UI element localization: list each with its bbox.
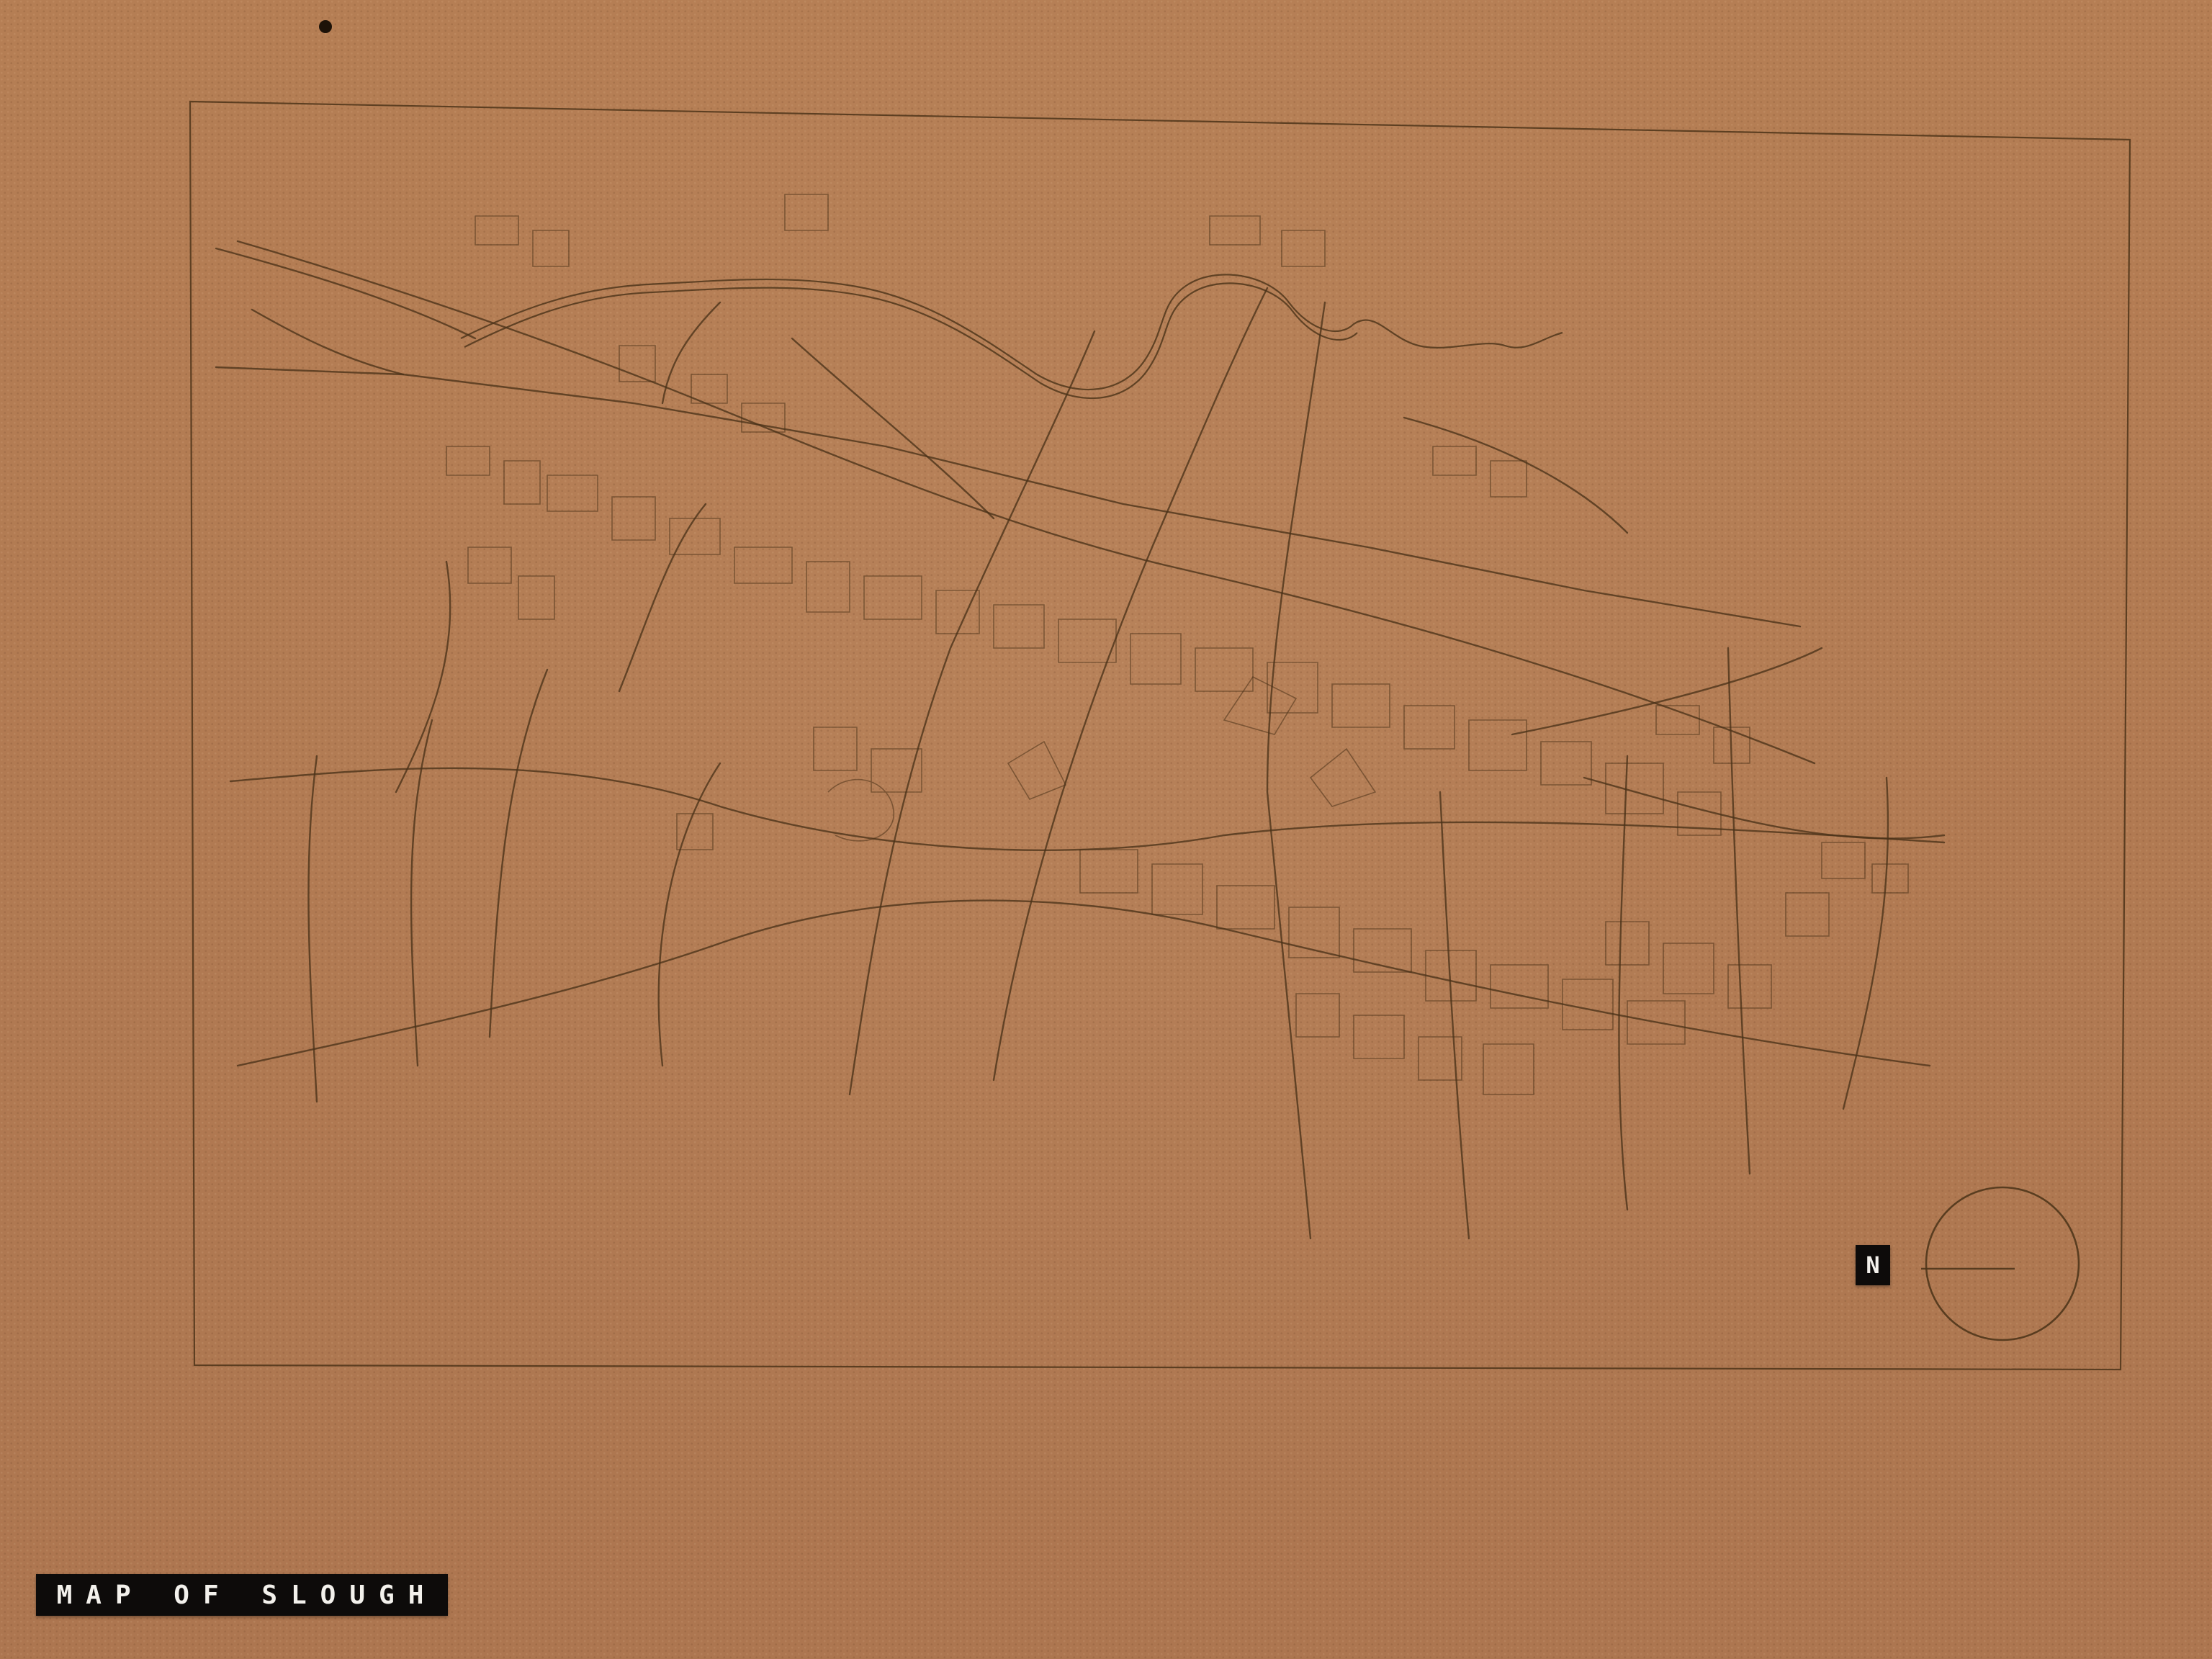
major-roads — [215, 240, 1946, 1240]
north-label: N — [1856, 1245, 1890, 1285]
street-map — [189, 20, 2131, 1371]
map-frame — [189, 100, 2131, 1371]
map-title-label: MAP OF SLOUGH — [36, 1574, 448, 1616]
pin-hole-icon — [319, 20, 332, 33]
minor-streets — [446, 194, 1909, 1095]
hardboard-background: N MAP OF SLOUGH — [0, 0, 2212, 1659]
compass-rose-icon — [1921, 1186, 2080, 1341]
